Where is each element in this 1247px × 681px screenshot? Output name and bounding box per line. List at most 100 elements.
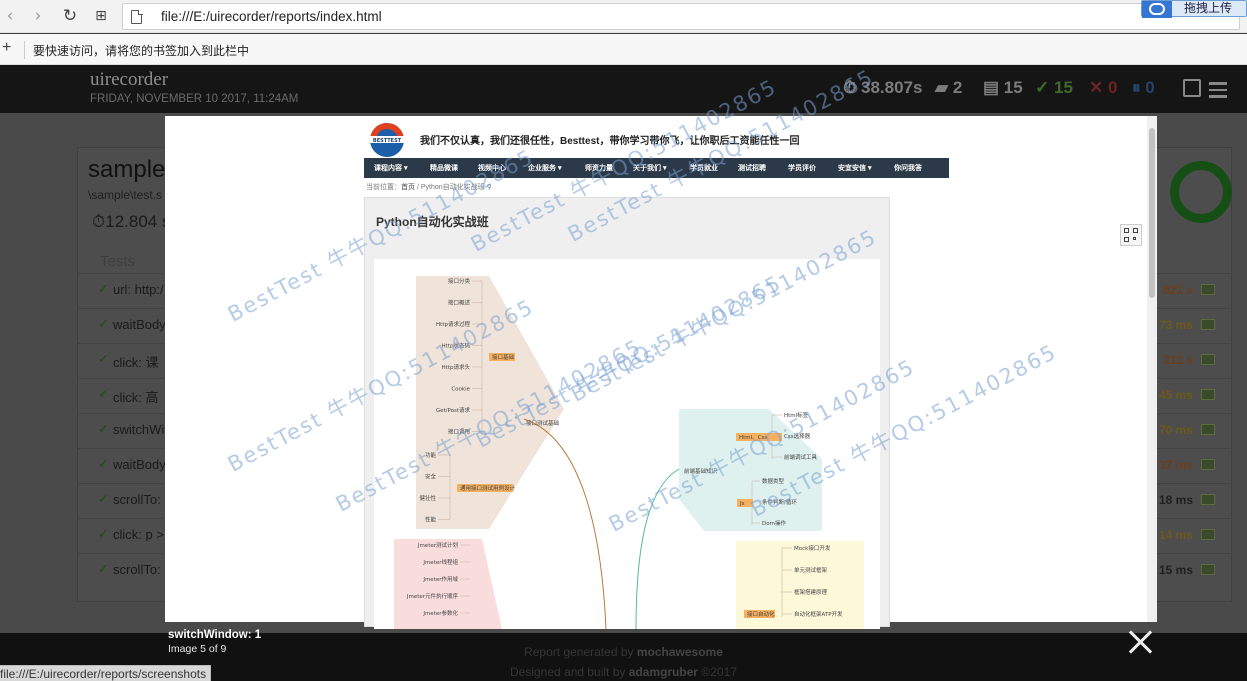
check-icon: ✓ bbox=[98, 422, 109, 437]
mindmap-node: Jmeter作用域 bbox=[422, 575, 458, 583]
besttest-logo: BESTTEST bbox=[366, 123, 408, 157]
mindmap-node: Js bbox=[739, 501, 745, 507]
report-brand: uirecorder bbox=[90, 69, 169, 90]
caption-title: switchWindow: 1 bbox=[168, 629, 262, 641]
upload-button[interactable]: 拖拽上传 bbox=[1141, 0, 1247, 18]
test-duration: 37 ms bbox=[1158, 458, 1193, 472]
cloud-icon bbox=[1142, 1, 1172, 18]
pause-icon: ⏸ bbox=[1132, 78, 1141, 97]
scrollbar-thumb[interactable] bbox=[1149, 128, 1155, 298]
stat-pending[interactable]: ⏸ 0 bbox=[1132, 78, 1155, 98]
screenshot-thumbnail-icon[interactable] bbox=[1201, 564, 1215, 575]
test-label: scrollTo: bbox=[113, 562, 161, 577]
add-bookmark-icon[interactable]: + bbox=[2, 39, 11, 57]
pass-chart bbox=[1170, 161, 1232, 223]
screenshot-lightbox[interactable]: BESTTEST 我们不仅认真，我们还很任性，Besttest，带你学习带你飞，… bbox=[165, 65, 1157, 629]
test-label: scrollTo: bbox=[113, 492, 161, 507]
check-icon: ✓ bbox=[98, 457, 109, 472]
mindmap-node: 健壮性 bbox=[419, 494, 436, 502]
site-nav-item: 测试招聘 bbox=[738, 165, 766, 172]
screenshot-thumbnail-icon[interactable] bbox=[1201, 424, 1215, 435]
site-nav-item: 学员评价 bbox=[788, 165, 816, 172]
list-icon: ▤ bbox=[983, 78, 1000, 97]
back-icon[interactable]: ‹ bbox=[0, 6, 20, 26]
test-label: waitBody bbox=[113, 317, 166, 332]
lightbox-caption: switchWindow: 1 Image 5 of 9 bbox=[168, 629, 261, 655]
suite-duration: ⏱12.804 s bbox=[92, 212, 171, 232]
address-bar[interactable]: file:///E:/uirecorder/reports/index.html bbox=[122, 3, 1240, 30]
mindmap-node: 接口自动化 bbox=[747, 610, 775, 618]
test-label: waitBody bbox=[113, 457, 166, 472]
stat-suites[interactable]: ▰ 2 bbox=[935, 78, 962, 98]
test-duration: 821 s bbox=[1162, 283, 1193, 297]
folder-icon: ▰ bbox=[935, 78, 949, 97]
mindmap-node: Get/Post请求 bbox=[436, 406, 471, 414]
screenshot-thumbnail-icon[interactable] bbox=[1201, 459, 1215, 470]
mindmap-node: Cookie bbox=[451, 387, 470, 393]
qr-code-icon[interactable] bbox=[1120, 224, 1142, 246]
screenshot-thumbnail-icon[interactable] bbox=[1201, 494, 1215, 505]
author-link[interactable]: adamgruber bbox=[629, 665, 698, 679]
screenshot-thumbnail-icon[interactable] bbox=[1201, 529, 1215, 540]
test-label: click: 课 bbox=[113, 355, 159, 370]
apps-grid-icon[interactable]: ⊞ bbox=[91, 6, 111, 26]
stat-passes[interactable]: ✓ 15 bbox=[1035, 78, 1073, 98]
check-icon: ✓ bbox=[98, 387, 109, 402]
browser-toolbar: ‹ › ↻ ⊞ file:///E:/uirecorder/reports/in… bbox=[0, 0, 1247, 33]
mindmap-node: 接口基础 bbox=[492, 353, 515, 361]
bookmarks-bar: + 要快速访问，请将您的书签加入到此栏中 bbox=[0, 34, 1247, 65]
cross-icon: ✕ bbox=[1089, 78, 1104, 97]
test-duration: 15 ms bbox=[1158, 563, 1193, 577]
stat-pending-value: 0 bbox=[1145, 78, 1155, 97]
stat-suites-value: 2 bbox=[952, 78, 963, 97]
screenshot-thumbnail-icon[interactable] bbox=[1201, 319, 1215, 330]
stat-tests[interactable]: ▤ 15 bbox=[983, 78, 1023, 98]
menu-icon[interactable] bbox=[1209, 82, 1227, 100]
check-icon: ✓ bbox=[98, 492, 109, 507]
stopwatch-icon: ⏱ bbox=[92, 212, 106, 231]
suite-path: \sample\test.s bbox=[88, 188, 163, 202]
suite-duration-value: 12.804 s bbox=[105, 212, 171, 231]
test-label: url: http:/ bbox=[113, 282, 164, 297]
suite-title: sample bbox=[88, 156, 166, 183]
reload-icon[interactable]: ↻ bbox=[60, 6, 80, 26]
status-bar-url: file:///E:/uirecorder/reports/screenshot… bbox=[0, 665, 212, 681]
tests-header: Tests bbox=[100, 253, 136, 270]
check-icon: ✓ bbox=[98, 352, 109, 367]
site-nav-item: 你问我答 bbox=[894, 165, 922, 172]
report-header: uirecorder FRIDAY, NOVEMBER 10 2017, 11:… bbox=[0, 65, 1247, 113]
lightbox-scrollbar[interactable] bbox=[1147, 116, 1157, 622]
caption-counter: Image 5 of 9 bbox=[168, 643, 227, 655]
check-icon: ✓ bbox=[98, 527, 109, 542]
check-icon: ✓ bbox=[1035, 78, 1050, 97]
mindmap-node: Dom操作 bbox=[762, 519, 786, 527]
mindmap-node: 接口分类 bbox=[448, 277, 471, 285]
forward-icon[interactable]: › bbox=[28, 6, 48, 26]
test-duration: 211 s bbox=[1163, 353, 1193, 367]
address-url[interactable]: file:///E:/uirecorder/reports/index.html bbox=[161, 9, 382, 24]
close-icon[interactable] bbox=[1127, 629, 1153, 655]
mindmap-node: 自动化框架ATP开发 bbox=[794, 610, 843, 618]
test-label: click: p > bbox=[113, 527, 164, 542]
upload-label: 拖拽上传 bbox=[1184, 1, 1233, 15]
test-duration: 73 ms bbox=[1158, 318, 1193, 332]
divider bbox=[24, 41, 25, 59]
test-duration: 14 ms bbox=[1158, 528, 1193, 542]
mindmap-node: 通用接口测试用例设计 bbox=[460, 484, 516, 492]
stat-failures[interactable]: ✕ 0 bbox=[1089, 78, 1117, 98]
breadcrumb-home: 首页 bbox=[401, 184, 415, 191]
stat-tests-value: 15 bbox=[1003, 78, 1023, 97]
test-duration: 45 ms bbox=[1158, 388, 1193, 402]
stat-passes-value: 15 bbox=[1053, 78, 1073, 97]
site-nav-item: 安宜安信 ▾ bbox=[838, 165, 872, 172]
generator-link[interactable]: mochawesome bbox=[637, 645, 723, 659]
screenshot-thumbnail-icon[interactable] bbox=[1201, 354, 1215, 365]
test-duration: 70 ms bbox=[1158, 423, 1193, 437]
screenshot-thumbnail-icon[interactable] bbox=[1201, 389, 1215, 400]
check-icon: ✓ bbox=[98, 282, 109, 297]
svg-text:BESTTEST: BESTTEST bbox=[373, 138, 402, 144]
document-icon[interactable] bbox=[1183, 79, 1201, 97]
screenshot-thumbnail-icon[interactable] bbox=[1201, 284, 1215, 295]
test-label: click: 高 bbox=[113, 390, 159, 405]
mindmap-node: 框架搭建原理 bbox=[794, 588, 828, 596]
